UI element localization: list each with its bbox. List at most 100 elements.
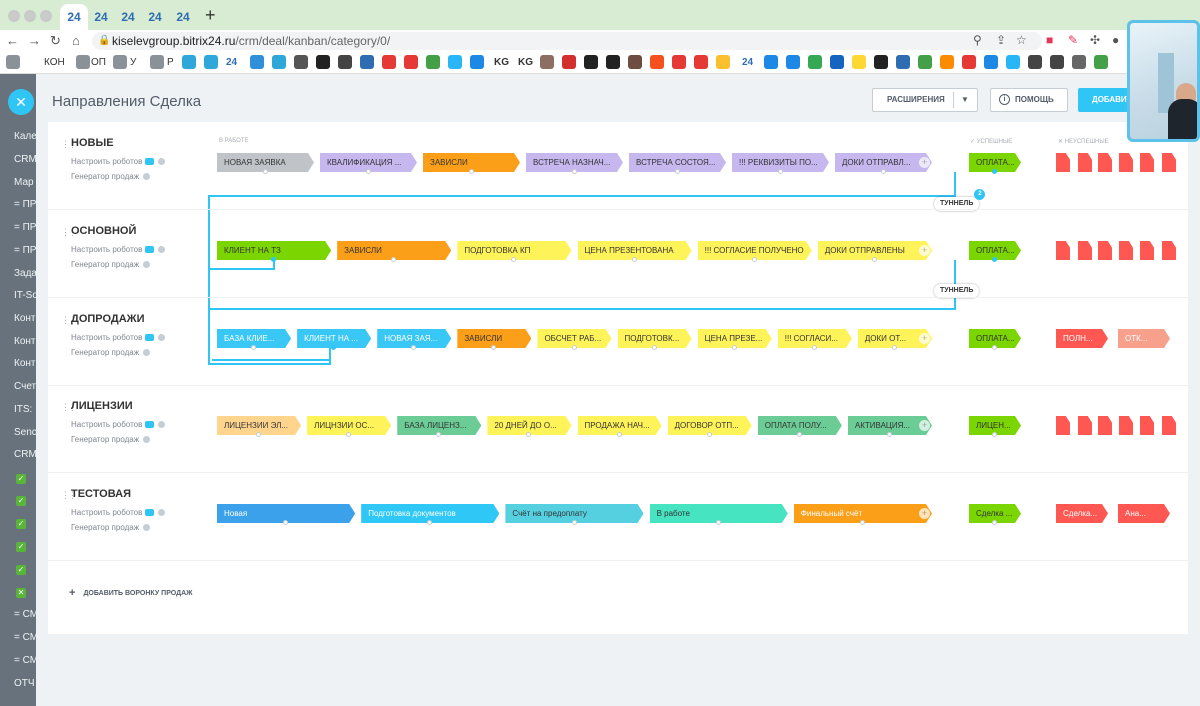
bookmark-kg[interactable]: KG [494,57,509,68]
folder-icon[interactable] [6,55,20,69]
menu-item[interactable]: ОТЧ [14,678,35,689]
menu-item[interactable]: Senc [14,427,36,438]
bookmark-favicon[interactable] [606,55,620,69]
success-connector-dot[interactable] [992,169,997,174]
stage-connector-dot[interactable] [651,345,657,350]
success-connector-dot[interactable] [992,432,997,437]
new-tab-button[interactable]: + [205,5,216,26]
bookmark-favicon[interactable] [962,55,976,69]
add-stage-icon[interactable]: + [919,333,930,344]
bookmark-favicon[interactable] [250,55,264,69]
stage-connector-dot[interactable] [346,432,352,437]
success-connector-dot[interactable] [992,257,997,262]
menu-item[interactable]: = ПР [14,199,36,210]
extensions-button[interactable]: РАСШИРЕНИЯ ▼ [872,88,978,112]
forward-icon[interactable]: → [28,33,41,48]
stage-connector-dot[interactable] [880,169,886,174]
bookmark-favicon[interactable] [808,55,822,69]
bookmark-folder[interactable]: Р [167,57,174,68]
profile-icon[interactable]: ● [1112,33,1119,47]
folder-icon[interactable] [76,55,90,69]
stage-connector-dot[interactable] [891,345,897,350]
stage-connector-dot[interactable] [751,257,757,262]
add-stage-icon[interactable]: + [919,508,930,519]
fail-stage-chip[interactable] [1056,416,1070,435]
fail-stage-chip[interactable] [1119,416,1133,435]
bookmark-favicon[interactable] [896,55,910,69]
stage-connector-dot[interactable] [811,345,817,350]
bookmark-favicon[interactable] [448,55,462,69]
extension-icon[interactable]: ■ [1046,33,1053,47]
bookmark-folder[interactable]: У [130,57,136,68]
stage-connector-dot[interactable] [731,345,737,350]
generator-link[interactable]: Генератор продаж [71,260,151,269]
fail-stage-chip[interactable] [1140,153,1154,172]
bookmark-favicon[interactable] [584,55,598,69]
generator-link[interactable]: Генератор продаж [71,172,151,181]
add-funnel-button[interactable]: + ДОБАВИТЬ ВОРОНКУ ПРОДАЖ [69,587,193,599]
chevron-down-icon[interactable]: ▼ [961,89,969,111]
stage-connector-dot[interactable] [256,432,262,437]
bookmark-favicon[interactable] [470,55,484,69]
fail-stage-chip[interactable]: ПОЛН... [1056,329,1108,348]
menu-item[interactable]: = СМ [14,609,36,620]
fail-stage-chip[interactable] [1162,153,1176,172]
folder-icon[interactable] [113,55,127,69]
bookmark-kg[interactable]: KG [518,57,533,68]
generator-link[interactable]: Генератор продаж [71,348,151,357]
stage-connector-dot[interactable] [674,169,680,174]
fail-stage-chip[interactable]: ОТК... [1118,329,1170,348]
add-stage-icon[interactable]: + [919,420,930,431]
bookmark-favicon[interactable] [404,55,418,69]
minimize-window-dot[interactable] [24,10,36,22]
success-connector-dot[interactable] [992,345,997,350]
robots-link[interactable]: Настроить роботов [71,420,166,429]
stage-connector-dot[interactable] [777,169,783,174]
bookmark-b24[interactable]: 24 [742,57,753,68]
bookmark-favicon[interactable] [628,55,642,69]
fail-stage-chip[interactable] [1056,241,1070,260]
stage-connector-dot[interactable] [511,257,517,262]
generator-link[interactable]: Генератор продаж [71,523,151,532]
menu-item[interactable]: CRM [14,449,36,460]
menu-item[interactable]: Конт [14,358,36,369]
extension-icon[interactable]: ✎ [1068,33,1078,47]
bookmark-favicon[interactable] [316,55,330,69]
bookmark-favicon[interactable] [984,55,998,69]
stage-connector-dot[interactable] [571,345,577,350]
bookmark-favicon[interactable] [1006,55,1020,69]
add-stage-icon[interactable]: + [919,157,930,168]
stage-connector-dot[interactable] [271,257,277,262]
fail-stage-chip[interactable] [1119,241,1133,260]
stage-connector-dot[interactable] [886,432,892,437]
stage-connector-dot[interactable] [251,345,257,350]
reload-icon[interactable]: ↻ [50,33,61,49]
fail-stage-chip[interactable] [1098,241,1112,260]
stage-connector-dot[interactable] [411,345,417,350]
bookmark-b24[interactable]: 24 [226,57,237,68]
stage-connector-dot[interactable] [468,169,474,174]
stage-connector-dot[interactable] [491,345,497,350]
close-window-dot[interactable] [8,10,20,22]
bookmark-folder[interactable]: ОП [91,57,106,68]
bookmark-favicon[interactable] [182,55,196,69]
browser-tab[interactable]: 24 [115,4,141,30]
bookmark-folder[interactable]: КОН [44,57,65,68]
stage-connector-dot[interactable] [715,520,721,525]
close-slider-button[interactable]: ✕ [8,89,34,115]
browser-tab[interactable]: 24 [60,4,88,30]
stage-connector-dot[interactable] [283,520,289,525]
bookmark-favicon[interactable] [294,55,308,69]
zoom-icon[interactable]: ⚲ [973,33,982,47]
share-icon[interactable]: ⇪ [996,33,1006,47]
menu-item[interactable]: IT-Sc [14,290,36,301]
fail-stage-chip[interactable] [1078,416,1092,435]
menu-item[interactable]: ITS: [14,404,32,415]
fail-stage-chip[interactable] [1056,153,1070,172]
browser-tab[interactable]: 24 [170,4,196,30]
maximize-window-dot[interactable] [40,10,52,22]
stage-connector-dot[interactable] [436,432,442,437]
menu-item[interactable]: = ПР [14,222,36,233]
stage-connector-dot[interactable] [616,432,622,437]
stage-connector-dot[interactable] [331,345,337,350]
